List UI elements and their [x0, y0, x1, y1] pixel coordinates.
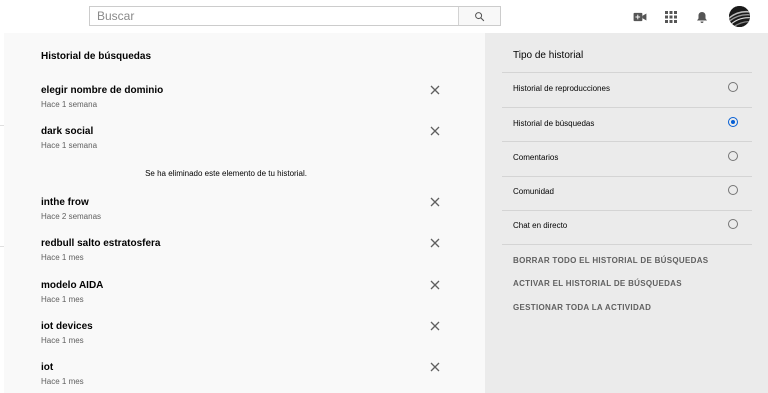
history-entry: modelo AIDA Hace 1 mes — [41, 280, 451, 310]
radio-button[interactable] — [728, 219, 738, 229]
history-type-option[interactable]: Historial de reproducciones — [513, 80, 743, 100]
history-type-sidebar: Tipo de historial Historial de reproducc… — [485, 33, 768, 393]
search-history-panel: Historial de búsquedas elegir nombre de … — [4, 33, 485, 393]
close-icon[interactable] — [430, 126, 440, 136]
video-camera-icon — [633, 12, 647, 22]
close-icon[interactable] — [430, 85, 440, 95]
close-icon[interactable] — [430, 280, 440, 290]
option-label: Comentarios — [513, 153, 559, 162]
history-entry: iot devices Hace 1 mes — [41, 321, 451, 351]
option-label: Chat en directo — [513, 221, 568, 230]
entry-time: Hace 1 mes — [41, 336, 84, 345]
query-text[interactable]: iot — [41, 362, 53, 373]
history-entry: inthe frow Hace 2 semanas — [41, 197, 451, 227]
avatar-image — [729, 6, 750, 27]
divider — [502, 107, 752, 108]
entry-time: Hace 2 semanas — [41, 212, 102, 221]
query-text[interactable]: redbull salto estratosfera — [41, 238, 160, 249]
removed-notice: Se ha eliminado este elemento de tu hist… — [145, 169, 307, 178]
history-entry: redbull salto estratosfera Hace 1 mes — [41, 238, 451, 268]
entry-time: Hace 1 mes — [41, 253, 84, 262]
history-entry: elegir nombre de dominio Hace 1 semana — [41, 85, 451, 115]
radio-button[interactable] — [728, 82, 738, 92]
sidebar-title: Tipo de historial — [513, 50, 584, 61]
create-video-button[interactable] — [631, 8, 649, 26]
apps-grid-icon — [665, 11, 677, 23]
search-button[interactable] — [458, 7, 500, 25]
close-icon[interactable] — [430, 362, 440, 372]
radio-button[interactable] — [728, 185, 738, 195]
entry-time: Hace 1 semana — [41, 141, 98, 150]
history-entry: dark social Hace 1 semana — [41, 126, 451, 156]
divider — [502, 141, 752, 142]
search-icon — [475, 11, 485, 21]
query-text[interactable]: inthe frow — [41, 197, 89, 208]
entry-time: Hace 1 mes — [41, 377, 84, 386]
radio-button[interactable] — [728, 151, 738, 161]
notifications-button[interactable] — [693, 8, 711, 26]
option-label: Historial de reproducciones — [513, 84, 610, 93]
clear-history-button[interactable]: BORRAR TODO EL HISTORIAL DE BÚSQUEDAS — [513, 256, 708, 265]
close-icon[interactable] — [430, 197, 440, 207]
query-text[interactable]: modelo AIDA — [41, 280, 103, 291]
history-type-option[interactable]: Historial de búsquedas — [513, 115, 743, 135]
history-type-option[interactable]: Comentarios — [513, 149, 743, 169]
query-text[interactable]: elegir nombre de dominio — [41, 85, 163, 96]
radio-button-selected[interactable] — [728, 117, 738, 127]
close-icon[interactable] — [430, 321, 440, 331]
history-entry: iot Hace 1 mes — [41, 362, 451, 392]
divider — [502, 210, 752, 211]
search-input[interactable] — [90, 7, 458, 25]
query-text[interactable]: dark social — [41, 126, 93, 137]
option-label: Comunidad — [513, 187, 554, 196]
manage-activity-button[interactable]: GESTIONAR TODA LA ACTIVIDAD — [513, 303, 651, 312]
apps-button[interactable] — [662, 8, 680, 26]
avatar[interactable] — [729, 6, 750, 27]
query-text[interactable]: iot devices — [41, 321, 93, 332]
divider — [502, 244, 752, 245]
history-type-option[interactable]: Chat en directo — [513, 217, 743, 237]
divider — [502, 72, 752, 73]
entry-time: Hace 1 semana — [41, 100, 98, 109]
search-box[interactable] — [89, 6, 501, 26]
divider — [502, 176, 752, 177]
close-icon[interactable] — [430, 238, 440, 248]
page-title: Historial de búsquedas — [41, 51, 152, 62]
history-type-option[interactable]: Comunidad — [513, 183, 743, 203]
option-label: Historial de búsquedas — [513, 119, 595, 128]
enable-history-button[interactable]: ACTIVAR EL HISTORIAL DE BÚSQUEDAS — [513, 279, 682, 288]
top-bar — [0, 0, 768, 33]
bell-icon — [697, 11, 707, 23]
entry-time: Hace 1 mes — [41, 295, 84, 304]
